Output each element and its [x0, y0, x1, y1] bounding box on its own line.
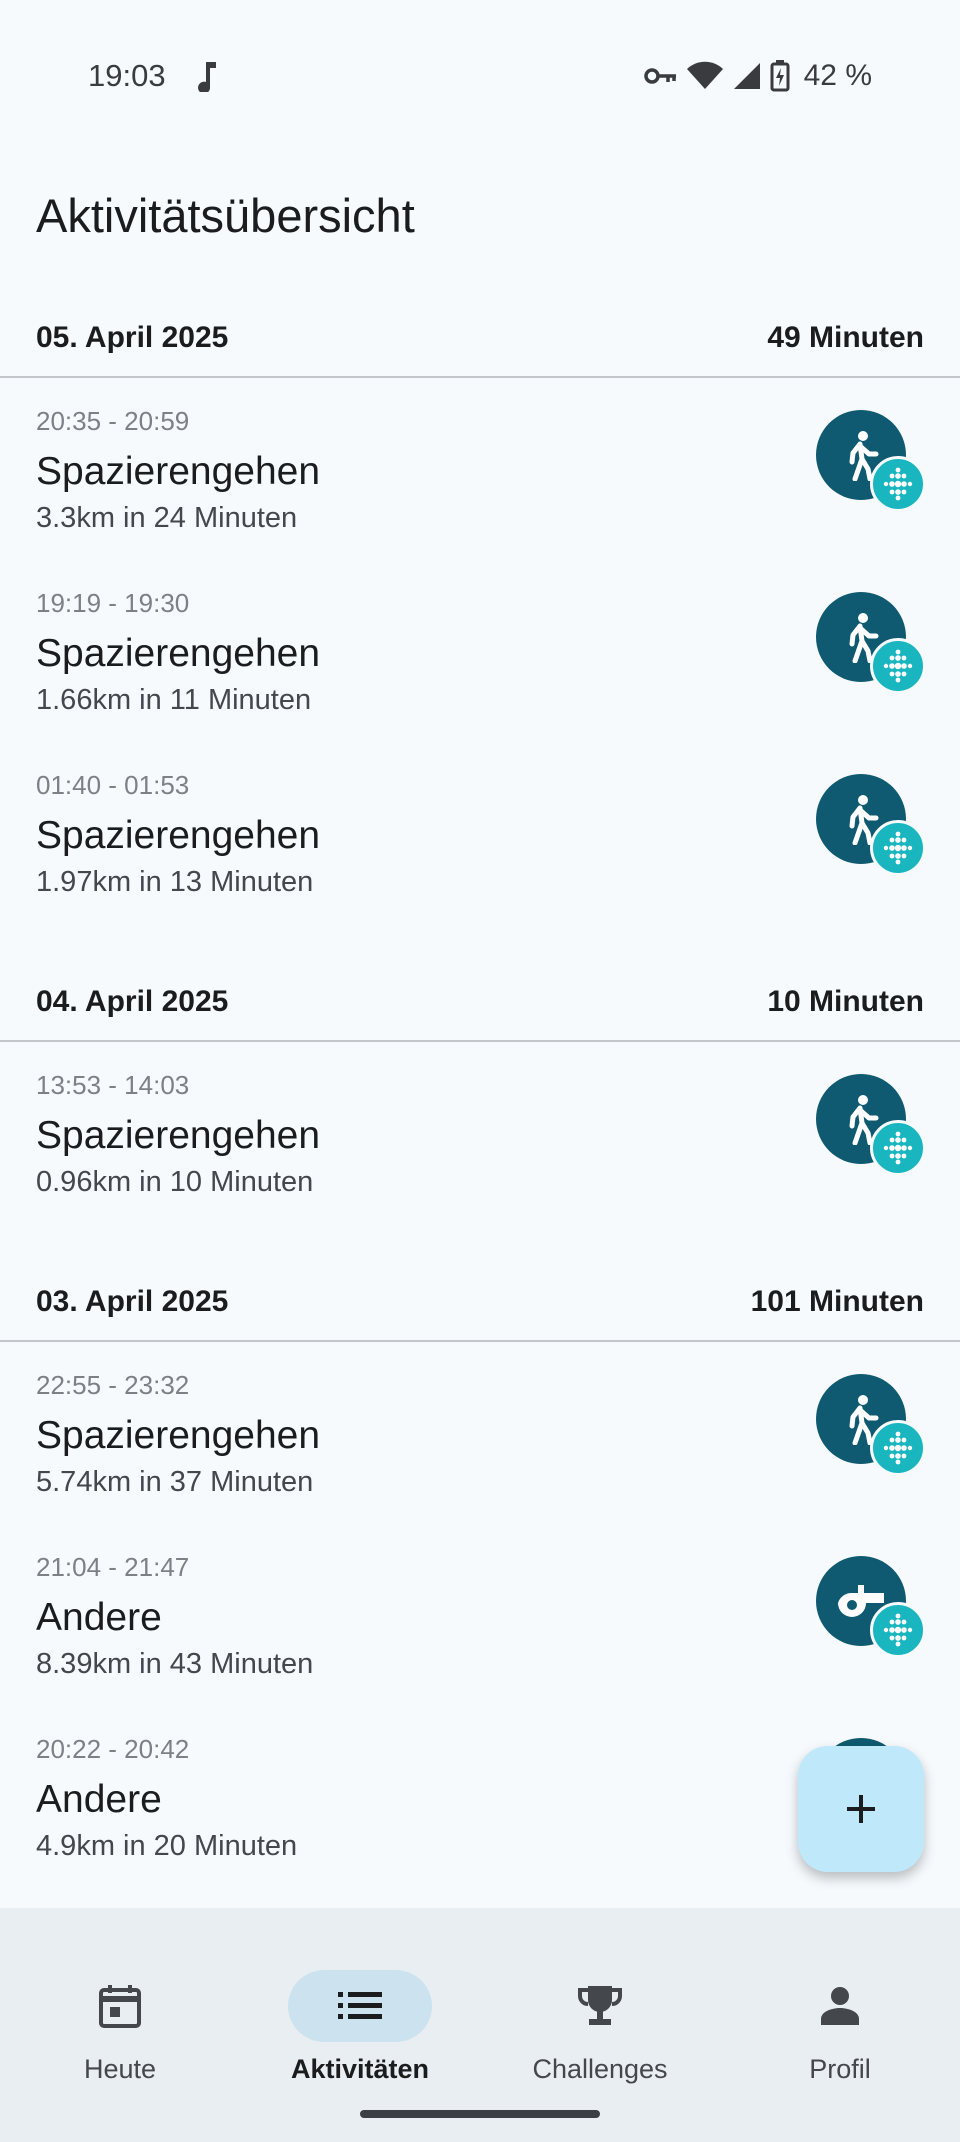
activity-item[interactable]: 21:04 - 21:47 Andere 8.39km in 43 Minuten: [0, 1550, 960, 1732]
list-icon: [288, 1970, 432, 2042]
day-date: 05. April 2025: [36, 321, 229, 354]
day-total-duration: 49 Minuten: [767, 321, 924, 354]
nav-label: Aktivitäten: [290, 2054, 430, 2084]
music-note-icon: [198, 62, 216, 92]
fitbit-icon: [870, 820, 926, 876]
activity-detail: 1.97km in 13 Minuten: [36, 866, 314, 898]
activity-item[interactable]: 20:35 - 20:59 Spazierengehen 3.3km in 24 M…: [0, 404, 960, 586]
activity-detail: 8.39km in 43 Minuten: [36, 1648, 314, 1680]
day-date: 03. April 2025: [36, 1285, 229, 1318]
page-title: Aktivitätsübersicht: [36, 189, 415, 242]
day-total-duration: 10 Minuten: [767, 985, 924, 1018]
nav-label: Profil: [809, 2054, 871, 2084]
fitbit-icon: [870, 1120, 926, 1176]
activity-detail: 0.96km in 10 Minuten: [36, 1166, 314, 1198]
day-activities: 13:53 - 14:03 Spazierengehen 0.96km in 10 …: [0, 1042, 960, 1264]
day-header: 04. April 2025 10 Minuten: [0, 964, 960, 1042]
activity-item[interactable]: 13:53 - 14:03 Spazierengehen 0.96km in 10 …: [0, 1068, 960, 1250]
activity-list[interactable]: 05. April 2025 49 Minuten 20:35 - 20:59 Spa…: [0, 300, 960, 1928]
activity-item[interactable]: 22:55 - 23:32 Spazierengehen 5.74km in 37 …: [0, 1368, 960, 1550]
fitbit-icon: [870, 1602, 926, 1658]
nav-label: Heute: [83, 2054, 157, 2084]
fitbit-icon: [870, 456, 926, 512]
activity-detail: 5.74km in 37 Minuten: [36, 1466, 314, 1498]
calendar-icon: [48, 1970, 192, 2042]
day-date: 04. April 2025: [36, 985, 229, 1018]
nav-label: Challenges: [532, 2054, 668, 2084]
home-indicator[interactable]: [360, 2110, 600, 2118]
activity-item[interactable]: 01:40 - 01:53 Spazierengehen 1.97km in 13 …: [0, 768, 960, 950]
nav-item-heute[interactable]: Heute: [0, 1938, 240, 2084]
person-icon: [768, 1970, 912, 2042]
nav-item-challenges[interactable]: Challenges: [480, 1938, 720, 2084]
fitbit-icon: [870, 638, 926, 694]
battery-charging-icon: [770, 60, 790, 92]
vpn-key-icon: [643, 68, 676, 84]
signal-icon: [733, 63, 760, 89]
day-activities: 20:35 - 20:59 Spazierengehen 3.3km in 24 M…: [0, 378, 960, 964]
add-activity-button[interactable]: [798, 1746, 924, 1872]
nav-item-aktivitten[interactable]: Aktivitäten: [240, 1938, 480, 2084]
status-indicators: 42 %: [643, 56, 872, 96]
bottom-navigation: Heute Aktivitäten Challenges Profil: [0, 1908, 960, 2142]
status-bar: 19:03 42 %: [0, 0, 960, 150]
activity-detail: 1.66km in 11 Minuten: [36, 684, 312, 716]
battery-percent: 42 %: [803, 59, 872, 92]
day-header: 05. April 2025 49 Minuten: [0, 300, 960, 378]
fitbit-icon: [870, 1420, 926, 1476]
activity-detail: 3.3km in 24 Minuten: [36, 502, 298, 534]
activity-item[interactable]: 19:19 - 19:30 Spazierengehen 1.66km in 11 …: [0, 586, 960, 768]
status-time: 19:03: [88, 58, 166, 93]
trophy-icon: [528, 1970, 672, 2042]
nav-item-profil[interactable]: Profil: [720, 1938, 960, 2084]
day-total-duration: 101 Minuten: [750, 1285, 924, 1318]
wifi-icon: [686, 61, 723, 89]
plus-icon: [847, 1795, 875, 1823]
day-header: 03. April 2025 101 Minuten: [0, 1264, 960, 1342]
